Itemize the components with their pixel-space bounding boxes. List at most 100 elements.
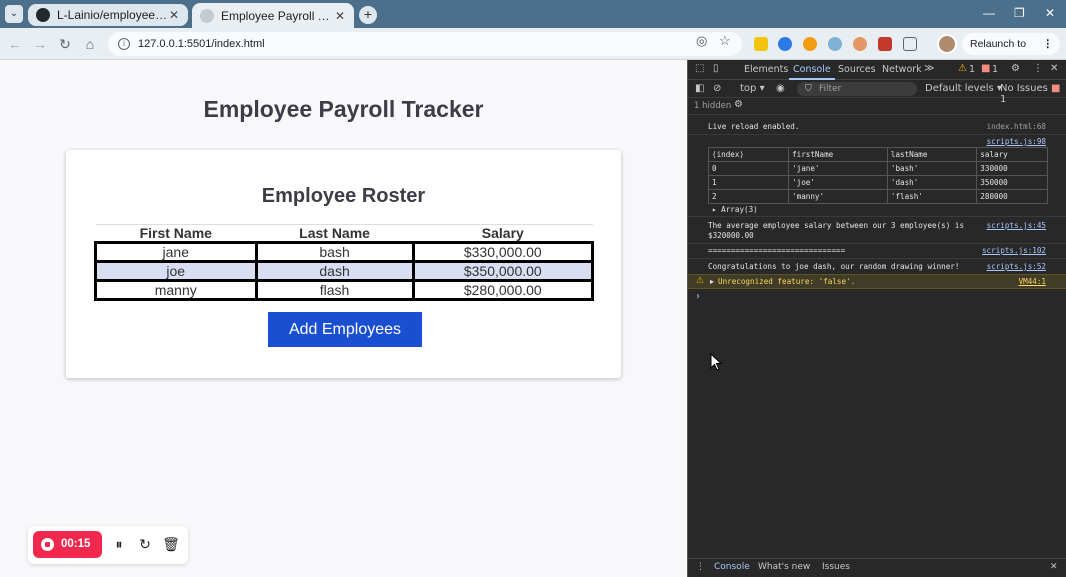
eye-icon[interactable]: ◉: [776, 83, 785, 94]
clear-console-icon[interactable]: ⊘: [713, 83, 721, 94]
hide-eye-icon[interactable]: ◎: [696, 33, 707, 49]
console-warning: ⚠ ▸ Unrecognized feature: 'false'. VM44:…: [688, 274, 1066, 289]
column-header: Last Name: [256, 224, 414, 243]
column-header: Salary: [413, 224, 593, 243]
pause-icon[interactable]: ⏸: [110, 535, 128, 553]
extensions-puzzle-icon[interactable]: [903, 37, 917, 51]
sidebar-toggle-icon[interactable]: ◧: [695, 83, 704, 94]
string-cell: 'dash': [886, 175, 978, 190]
log-levels-dropdown[interactable]: Default levels ▾: [925, 83, 1002, 94]
divider: [688, 243, 1066, 244]
profile-avatar[interactable]: [937, 34, 957, 54]
console-table-header: firstName: [788, 147, 888, 162]
trash-icon[interactable]: 🗑: [162, 535, 180, 553]
source-link[interactable]: scripts.js:52: [987, 262, 1046, 271]
address-bar[interactable]: i 127.0.0.1:5501/index.html: [108, 32, 742, 56]
string-cell: 'manny': [788, 189, 888, 204]
drawer-tab-issues[interactable]: Issues: [822, 562, 850, 572]
extension-icon[interactable]: [853, 37, 867, 51]
drawer-tab-console[interactable]: Console: [714, 562, 750, 572]
site-info-icon[interactable]: i: [118, 38, 130, 50]
source-link[interactable]: scripts.js:102: [982, 246, 1046, 255]
stop-recording-button[interactable]: 00:15: [33, 531, 102, 558]
console-toolbar: ◧ ⊘ top ▾ ◉ ⛉ Filter Default levels ▾ No…: [688, 80, 1066, 105]
screen-recorder-widget: 00:15 ⏸ ↻ 🗑: [28, 526, 188, 564]
warning-icon[interactable]: ⚠: [958, 63, 967, 74]
home-icon[interactable]: ⌂: [81, 35, 99, 53]
extension-icon[interactable]: [754, 37, 768, 51]
filter-icon: ⛉: [805, 84, 812, 94]
github-icon: [36, 8, 50, 22]
close-window-icon[interactable]: ✕: [1045, 6, 1055, 20]
string-cell: 'bash': [886, 161, 978, 176]
tab-elements[interactable]: Elements: [744, 64, 788, 75]
console-table-header: (index): [707, 147, 790, 162]
maximize-icon[interactable]: ❐: [1014, 6, 1025, 20]
last-name-cell: flash: [254, 279, 415, 301]
console-table-header: lastName: [886, 147, 978, 162]
source-link[interactable]: scripts.js:45: [987, 221, 1046, 230]
tab-console[interactable]: Console: [789, 64, 835, 80]
minimize-icon[interactable]: —: [983, 6, 995, 20]
device-toolbar-icon[interactable]: ▯: [713, 63, 719, 74]
roster-title: Employee Roster: [261, 185, 426, 207]
back-icon[interactable]: ←: [6, 35, 24, 53]
divider: [688, 134, 1066, 135]
string-cell: 'flash': [886, 189, 978, 204]
inspect-element-icon[interactable]: ⬚: [695, 63, 704, 74]
no-issues-label: No Issues: [1000, 83, 1048, 94]
salary-cell: $280,000.00: [411, 279, 595, 301]
add-employees-button[interactable]: Add Employees: [268, 312, 422, 347]
restart-icon[interactable]: ↻: [136, 535, 154, 553]
salary-cell: $350,000.00: [411, 260, 595, 282]
source-link[interactable]: VM44:1: [1019, 277, 1046, 286]
close-tab-icon[interactable]: ✕: [168, 8, 180, 22]
last-name-cell: bash: [254, 241, 415, 263]
kebab-menu-icon: ⋮: [1042, 38, 1054, 50]
warning-expand-icon[interactable]: ▸: [710, 277, 714, 286]
relaunch-button[interactable]: Relaunch to update⋮: [962, 33, 1060, 72]
index-cell: 2: [707, 189, 790, 204]
index-cell: 0: [707, 161, 790, 176]
source-link[interactable]: scripts.js:98: [987, 137, 1046, 146]
issue-icon[interactable]: ■: [981, 63, 990, 74]
extension-icon[interactable]: [878, 37, 892, 51]
extension-icon[interactable]: [778, 37, 792, 51]
forward-icon[interactable]: →: [31, 35, 49, 53]
drawer-tab-whats-new[interactable]: What's new: [758, 562, 810, 572]
bookmark-star-icon[interactable]: ☆: [719, 33, 731, 49]
table-row: 2 'manny' 'flash' 280000: [707, 189, 1048, 204]
tab-sources[interactable]: Sources: [838, 64, 876, 75]
extension-icon[interactable]: [828, 37, 842, 51]
extension-icon[interactable]: [803, 37, 817, 51]
source-link[interactable]: index.html:68: [987, 122, 1046, 131]
new-tab-button[interactable]: +: [359, 6, 377, 24]
page-viewport: Employee Payroll Tracker Employee Roster…: [0, 60, 687, 577]
index-cell: 1: [707, 175, 790, 190]
close-drawer-icon[interactable]: ✕: [1050, 562, 1058, 572]
console-prompt-icon[interactable]: ›: [696, 291, 700, 302]
close-devtools-icon[interactable]: ✕: [1050, 63, 1058, 74]
devtools-panel: ⬚ ▯ Elements Console Sources Network ≫ ⚠…: [687, 60, 1066, 577]
table-row: manny flash $280,000.00: [94, 279, 595, 301]
devtools-tabbar: ⬚ ▯ Elements Console Sources Network ≫ ⚠…: [688, 60, 1066, 80]
string-cell: 'joe': [788, 175, 888, 190]
browser-toolbar: ← → ↻ ⌂ i 127.0.0.1:5501/index.html ◎ ☆ …: [0, 28, 1066, 72]
tab-network[interactable]: Network: [882, 64, 922, 75]
settings-gear-icon[interactable]: ⚙: [1011, 63, 1020, 74]
reload-icon[interactable]: ↻: [56, 35, 74, 53]
tab-github[interactable]: L-Lainio/employeePayrollTracke ✕: [28, 4, 188, 26]
tab-search-button[interactable]: ⌄: [5, 5, 23, 23]
kebab-menu-icon[interactable]: ⋮: [1033, 63, 1043, 74]
drawer-menu-icon[interactable]: ⋮: [696, 562, 705, 572]
filter-input[interactable]: ⛉ Filter: [797, 82, 917, 96]
array-toggle[interactable]: ▸ Array(3): [712, 205, 1052, 214]
number-cell: 280000: [976, 189, 1048, 204]
close-tab-icon[interactable]: ✕: [334, 9, 346, 23]
globe-icon: [200, 8, 214, 23]
context-selector[interactable]: top ▾: [740, 83, 765, 94]
first-name-cell: manny: [94, 279, 258, 301]
console-settings-icon[interactable]: ⚙: [734, 99, 743, 110]
tab-payroll[interactable]: Employee Payroll Tracker ✕: [192, 3, 354, 28]
more-tabs-icon[interactable]: ≫: [924, 63, 934, 74]
